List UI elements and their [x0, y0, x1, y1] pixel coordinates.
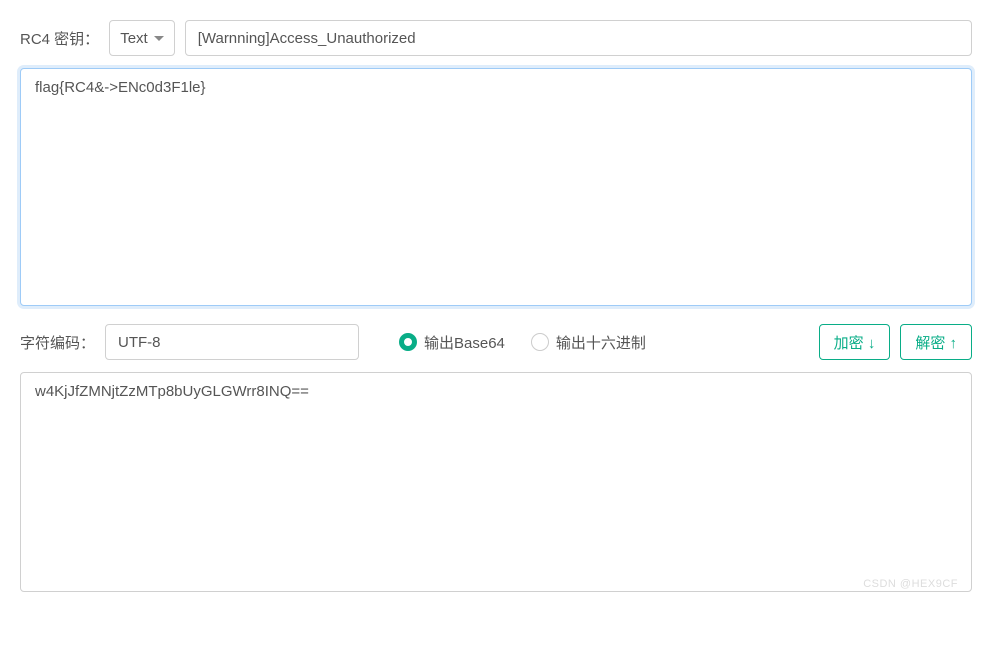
radio-hex[interactable]: 输出十六进制	[531, 332, 646, 353]
radio-base64[interactable]: 输出Base64	[399, 332, 505, 353]
encoding-selected: UTF-8	[118, 334, 161, 351]
key-row: RC4 密钥： Text	[20, 20, 972, 56]
encoding-select[interactable]: UTF-8	[105, 324, 359, 360]
plaintext-input[interactable]	[20, 68, 972, 306]
key-label: RC4 密钥：	[20, 28, 99, 49]
key-format-selected: Text	[120, 30, 148, 47]
encrypt-button[interactable]: 加密 ↓	[819, 324, 891, 360]
encoding-label: 字符编码：	[20, 332, 95, 353]
output-format-radio-group: 输出Base64 输出十六进制	[399, 332, 646, 353]
caret-down-icon	[154, 36, 164, 41]
decrypt-button[interactable]: 解密 ↑	[900, 324, 972, 360]
watermark: CSDN @HEX9CF	[863, 578, 958, 590]
radio-hex-label: 输出十六进制	[556, 332, 646, 353]
action-buttons: 加密 ↓ 解密 ↑	[819, 324, 972, 360]
radio-checked-icon	[399, 333, 417, 351]
ciphertext-output[interactable]	[20, 372, 972, 592]
radio-base64-label: 输出Base64	[424, 332, 505, 353]
radio-unchecked-icon	[531, 333, 549, 351]
key-format-select[interactable]: Text	[109, 20, 175, 56]
encoding-row: 字符编码： UTF-8 输出Base64 输出十六进制 加密 ↓ 解密 ↑	[20, 324, 972, 360]
key-input[interactable]	[185, 20, 972, 56]
